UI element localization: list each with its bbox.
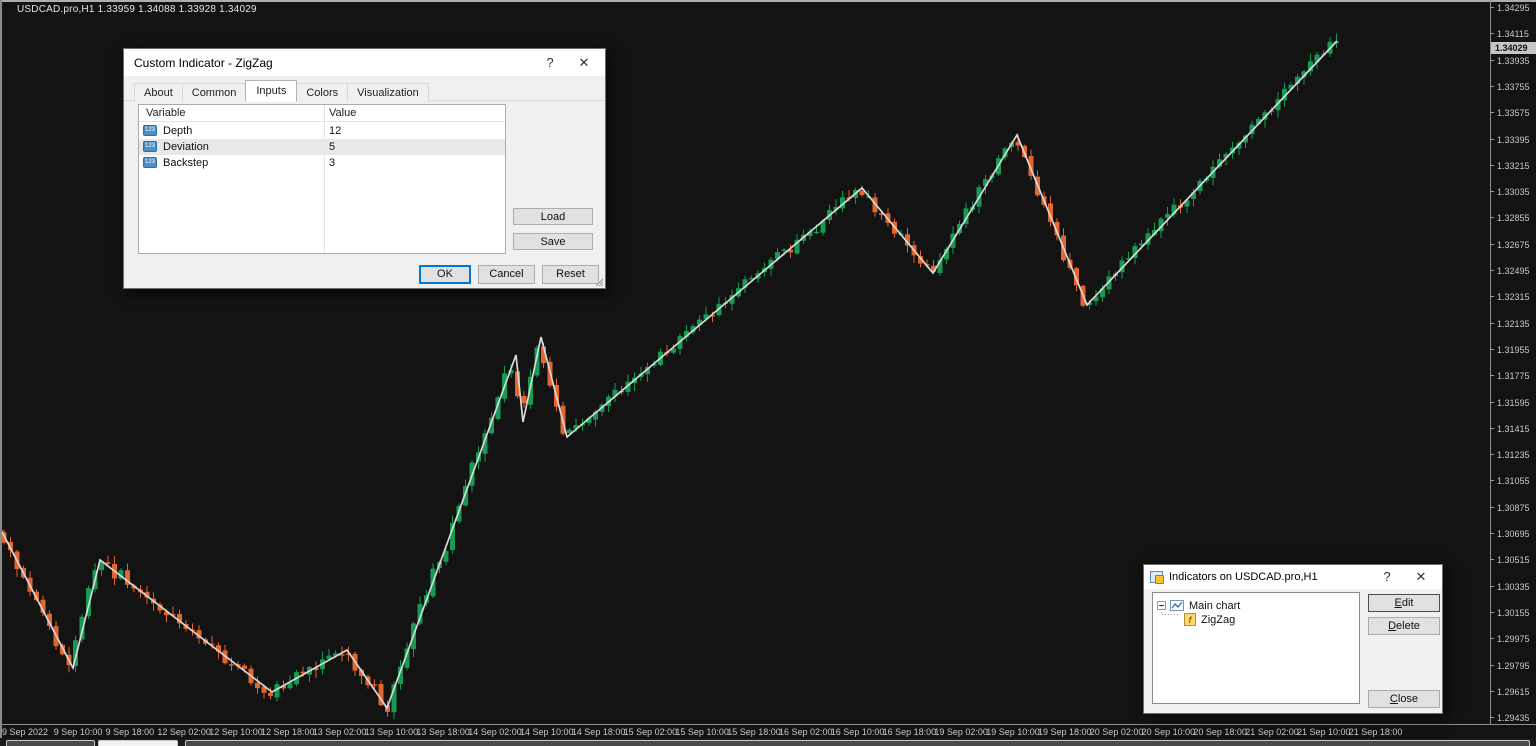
time-axis-label: 13 Sep 18:00 (416, 727, 470, 737)
tab-common[interactable]: Common (182, 83, 247, 102)
ok-button[interactable]: OK (419, 265, 471, 284)
window-left-border (0, 0, 2, 738)
time-axis-label: 16 Sep 18:00 (883, 727, 937, 737)
resize-grip[interactable] (594, 277, 603, 286)
numeric-type-icon: 123 (143, 141, 157, 152)
mt4-window: USDCAD.pro,H1 1.33959 1.34088 1.33928 1.… (0, 0, 1536, 746)
bottom-panel-edge-long (185, 740, 1530, 746)
time-axis-label: 21 Sep 02:00 (1245, 727, 1299, 737)
input-row-depth[interactable]: 123Depth12 (139, 123, 505, 139)
delete-button[interactable]: Delete (1368, 617, 1440, 635)
close-icon[interactable]: ✕ (1406, 565, 1436, 589)
bottom-panel-edge (0, 739, 1536, 746)
indicators-list-dialog: Indicators on USDCAD.pro,H1 ? ✕ Main cha… (1143, 564, 1443, 714)
close-icon[interactable]: ✕ (569, 49, 599, 76)
numeric-type-icon: 123 (143, 157, 157, 168)
help-icon[interactable]: ? (535, 49, 565, 76)
time-axis-label: 20 Sep 10:00 (1142, 727, 1196, 737)
dialog-title: Indicators on USDCAD.pro,H1 (1169, 571, 1318, 583)
time-axis-label: 13 Sep 02:00 (313, 727, 367, 737)
time-axis-label: 19 Sep 18:00 (1038, 727, 1092, 737)
window-top-border (0, 0, 1536, 2)
time-axis-label: 19 Sep 10:00 (986, 727, 1040, 737)
time-axis-label: 15 Sep 02:00 (624, 727, 678, 737)
chart-icon (1170, 600, 1184, 611)
time-axis-label: 9 Sep 10:00 (54, 727, 103, 737)
tab-about[interactable]: About (134, 83, 183, 102)
custom-indicator-dialog-titlebar[interactable]: Custom Indicator - ZigZag (124, 49, 605, 76)
indicators-dialog-icon (1150, 571, 1163, 583)
table-header: Variable Value (139, 105, 505, 122)
time-axis-label: 12 Sep 18:00 (261, 727, 315, 737)
time-axis-label: 16 Sep 10:00 (831, 727, 885, 737)
close-button[interactable]: Close (1368, 690, 1440, 708)
chart-ohlc-title: USDCAD.pro,H1 1.33959 1.34088 1.33928 1.… (17, 4, 257, 15)
time-axis-label: 19 Sep 02:00 (934, 727, 988, 737)
tab-visualization[interactable]: Visualization (347, 83, 429, 102)
help-icon[interactable]: ? (1372, 565, 1402, 589)
tab-inputs[interactable]: Inputs (245, 80, 297, 102)
indicator-icon: f (1184, 613, 1196, 626)
time-axis-label: 9 Sep 18:00 (106, 727, 155, 737)
time-axis-label: 14 Sep 02:00 (468, 727, 522, 737)
time-axis-label: 16 Sep 02:00 (779, 727, 833, 737)
time-axis-label: 21 Sep 10:00 (1297, 727, 1351, 737)
tabstrip: AboutCommonInputsColorsVisualization (134, 82, 428, 100)
time-axis-label: 13 Sep 10:00 (365, 727, 419, 737)
tree-item-label: Main chart (1189, 600, 1240, 612)
reset-button[interactable]: Reset (542, 265, 599, 284)
time-axis-label: 12 Sep 02:00 (157, 727, 211, 737)
cancel-button[interactable]: Cancel (478, 265, 535, 284)
save-button[interactable]: Save (513, 233, 593, 250)
time-axis-label: 14 Sep 10:00 (520, 727, 574, 737)
tree-item-label: ZigZag (1201, 614, 1235, 626)
col-header-value: Value (329, 107, 356, 119)
time-axis-label: 15 Sep 10:00 (675, 727, 729, 737)
time-axis-label: 20 Sep 02:00 (1090, 727, 1144, 737)
time-axis[interactable]: 9 Sep 2022 9 Sep 10:009 Sep 18:0012 Sep 0… (0, 725, 1536, 739)
bottom-tab-edge-active (98, 740, 178, 746)
time-axis-label: 21 Sep 18:00 (1349, 727, 1403, 737)
time-axis-label: 12 Sep 10:00 (209, 727, 263, 737)
time-axis-label: 15 Sep 18:00 (727, 727, 781, 737)
tree-item-zigzag[interactable]: f ZigZag (1153, 612, 1359, 627)
time-axis-label: 9 Sep 2022 (2, 727, 48, 737)
indicators-tree: Main chart f ZigZag (1152, 592, 1360, 704)
col-header-variable: Variable (146, 107, 186, 119)
bottom-tab-edge (6, 740, 95, 746)
time-axis-label: 20 Sep 18:00 (1193, 727, 1247, 737)
price-axis[interactable]: 1.342951.341151.339351.337551.335751.333… (1490, 0, 1536, 724)
tab-colors[interactable]: Colors (296, 83, 348, 102)
dialog-title: Custom Indicator - ZigZag (134, 56, 273, 70)
inputs-table: Variable Value 123Depth12123Deviation512… (138, 104, 506, 254)
time-axis-label: 14 Sep 18:00 (572, 727, 626, 737)
input-row-deviation[interactable]: 123Deviation5 (139, 139, 505, 155)
custom-indicator-dialog: Custom Indicator - ZigZag ? ✕ AboutCommo… (123, 48, 606, 289)
current-price-tag: 1.34029 (1491, 42, 1536, 54)
load-button[interactable]: Load (513, 208, 593, 225)
tree-item-main-chart[interactable]: Main chart (1153, 598, 1359, 613)
numeric-type-icon: 123 (143, 125, 157, 136)
edit-button[interactable]: Edit (1368, 594, 1440, 612)
input-row-backstep[interactable]: 123Backstep3 (139, 155, 505, 171)
